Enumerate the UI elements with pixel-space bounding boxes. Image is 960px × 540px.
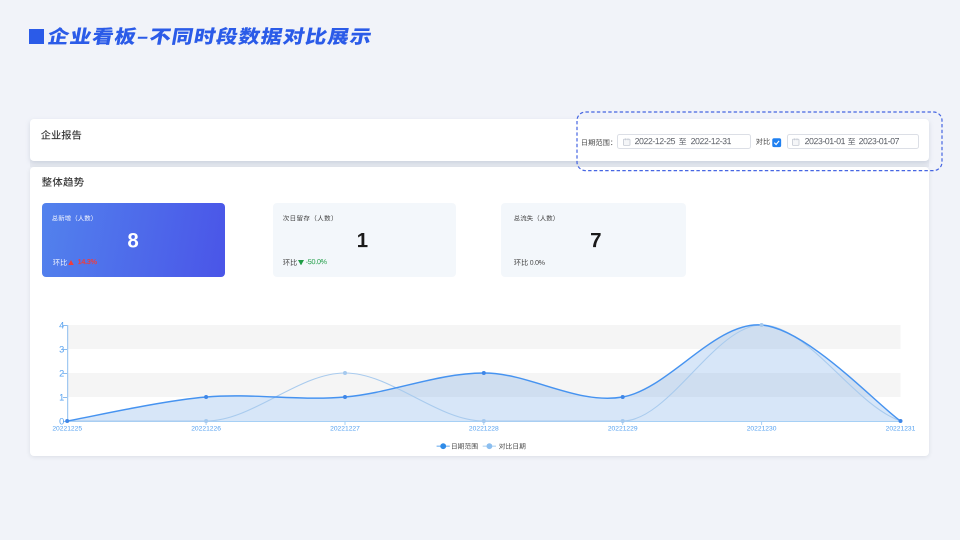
svg-text:20221231: 20221231 [886, 425, 916, 432]
svg-text:4: 4 [59, 320, 64, 330]
svg-text:20221225: 20221225 [52, 425, 82, 432]
svg-text:20221228: 20221228 [469, 425, 499, 432]
svg-text:20221230: 20221230 [747, 425, 777, 432]
svg-text:20221227: 20221227 [330, 425, 360, 432]
svg-text:1: 1 [59, 392, 64, 402]
svg-text:20221226: 20221226 [191, 425, 221, 432]
svg-text:20221229: 20221229 [608, 425, 638, 432]
svg-text:3: 3 [59, 344, 64, 354]
svg-text:2: 2 [59, 368, 64, 378]
